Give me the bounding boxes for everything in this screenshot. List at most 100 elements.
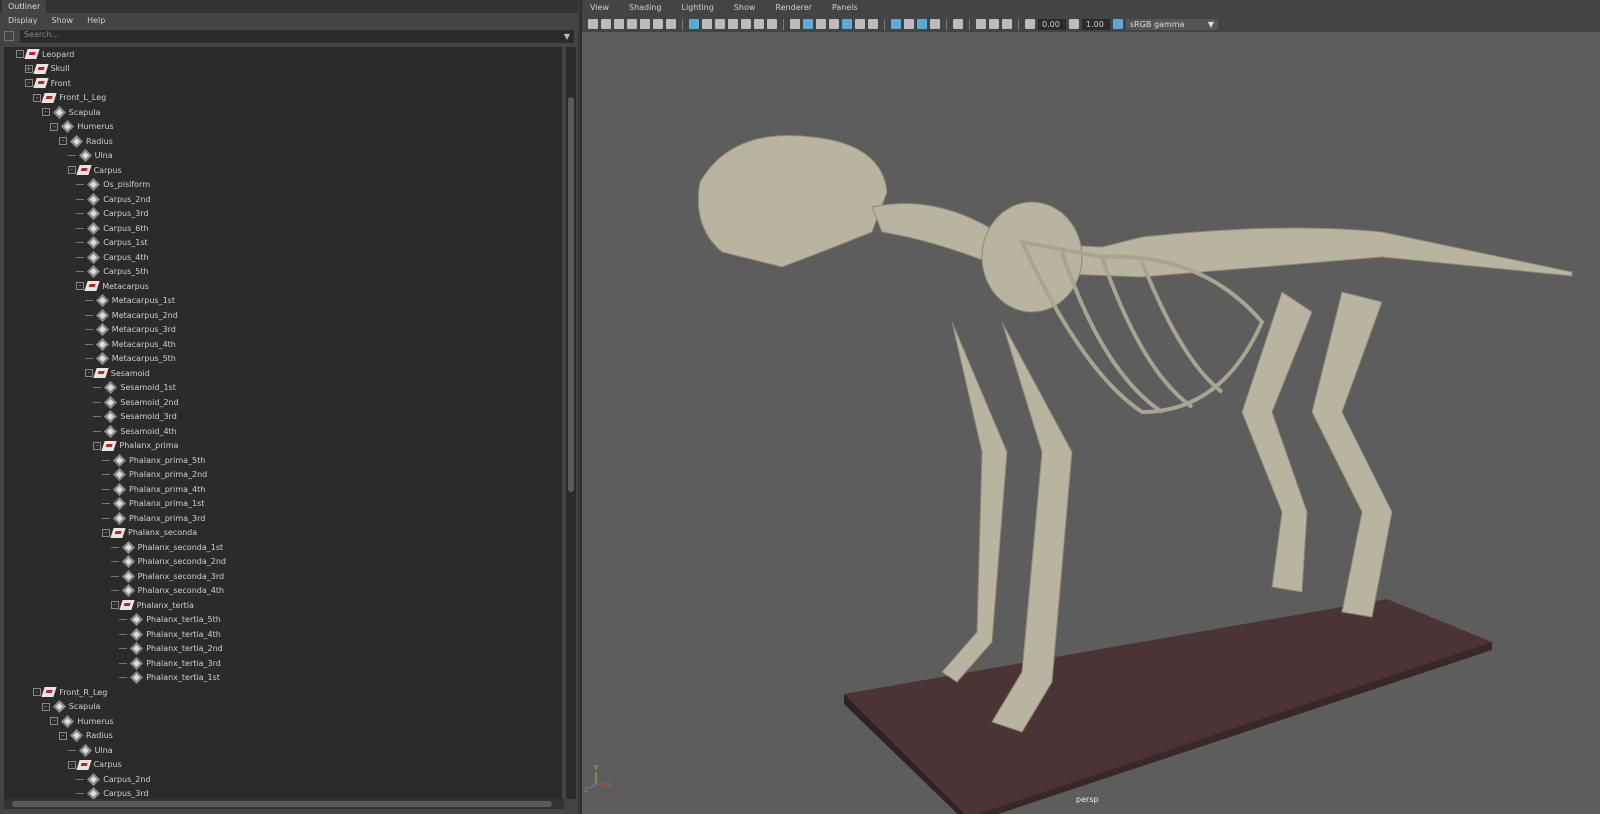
- collapse-icon[interactable]: -: [84, 369, 93, 378]
- outliner-item[interactable]: Metacarpus_5th: [84, 352, 176, 367]
- collapse-icon[interactable]: -: [16, 50, 24, 59]
- collapse-icon[interactable]: -: [33, 93, 42, 102]
- menu-panels[interactable]: Panels: [832, 3, 858, 13]
- outliner-item[interactable]: Metacarpus_3rd: [84, 323, 176, 338]
- outliner-item[interactable]: Metacarpus_1st: [84, 294, 175, 309]
- screen-space-ao-icon[interactable]: [891, 19, 901, 29]
- bookmark-icon[interactable]: [627, 19, 637, 29]
- collapse-icon[interactable]: -: [67, 166, 76, 175]
- outliner-item[interactable]: - Metacarpus: [76, 279, 149, 294]
- outliner-item[interactable]: Carpus_4th: [76, 250, 149, 265]
- outliner-item[interactable]: Sesamoid_4th: [93, 424, 177, 439]
- default-material-icon[interactable]: [816, 19, 826, 29]
- outliner-item[interactable]: Carpus_3rd: [76, 787, 149, 799]
- outliner-item[interactable]: Sesamoid_3rd: [93, 410, 177, 425]
- menu-display[interactable]: Display: [8, 16, 38, 25]
- collapse-icon[interactable]: -: [59, 137, 67, 146]
- xray-joints-icon[interactable]: [976, 19, 986, 29]
- color-space-dropdown[interactable]: sRGB gamma ▼: [1126, 18, 1218, 30]
- depth-of-field-icon[interactable]: [930, 19, 940, 29]
- hud-icon[interactable]: [1002, 19, 1012, 29]
- outliner-item[interactable]: Phalanx_tertia_5th: [119, 613, 221, 628]
- anti-aliasing-icon[interactable]: [917, 19, 927, 29]
- scrollbar-thumb[interactable]: [12, 801, 552, 807]
- camera-attributes-icon[interactable]: [614, 19, 624, 29]
- wireframe-icon[interactable]: [790, 19, 800, 29]
- xray-active-icon[interactable]: [989, 19, 999, 29]
- outliner-item[interactable]: - Sesamoid: [84, 366, 150, 381]
- 3d-scene[interactable]: Y X Z: [582, 32, 1600, 814]
- outliner-item[interactable]: Metacarpus_4th: [84, 337, 176, 352]
- selection-filter-icon[interactable]: [4, 31, 14, 41]
- search-dropdown-icon[interactable]: ▼: [564, 32, 570, 41]
- collapse-icon[interactable]: -: [93, 441, 102, 450]
- outliner-item[interactable]: Phalanx_seconda_3rd: [110, 569, 224, 584]
- outliner-item[interactable]: - Scapula: [41, 700, 100, 715]
- isolate-select-icon[interactable]: [953, 19, 963, 29]
- exposure-icon[interactable]: [1025, 19, 1035, 29]
- collapse-icon[interactable]: -: [33, 688, 42, 697]
- outliner-item[interactable]: - Front_L_Leg: [33, 91, 106, 106]
- safe-title-icon[interactable]: [767, 19, 777, 29]
- exposure-field[interactable]: 0.00: [1038, 18, 1066, 30]
- menu-show[interactable]: Show: [52, 16, 74, 25]
- outliner-item[interactable]: Phalanx_seconda_2nd: [110, 555, 226, 570]
- textured-icon[interactable]: [829, 19, 839, 29]
- xray-icon[interactable]: [842, 19, 852, 29]
- outliner-item[interactable]: - Humerus: [50, 714, 114, 729]
- 2d-pan-icon[interactable]: [653, 19, 663, 29]
- gate-mask-icon[interactable]: [728, 19, 738, 29]
- outliner-item[interactable]: Ulna: [67, 743, 113, 758]
- shadows-icon[interactable]: [868, 19, 878, 29]
- outliner-item[interactable]: Phalanx_prima_5th: [102, 453, 205, 468]
- lights-icon[interactable]: [855, 19, 865, 29]
- outliner-item[interactable]: - Phalanx_prima: [93, 439, 178, 454]
- outliner-item[interactable]: - Scapula: [41, 105, 100, 120]
- collapse-icon[interactable]: -: [67, 760, 76, 769]
- outliner-item[interactable]: - Radius: [59, 729, 113, 744]
- outliner-item[interactable]: - Carpus: [67, 163, 122, 178]
- menu-view[interactable]: View: [590, 3, 609, 13]
- menu-help[interactable]: Help: [87, 16, 105, 25]
- smooth-shade-icon[interactable]: [803, 19, 813, 29]
- outliner-item[interactable]: Phalanx_seconda_1st: [110, 540, 223, 555]
- outliner-item[interactable]: Ulna: [67, 149, 113, 164]
- outliner-item[interactable]: Metacarpus_2nd: [84, 308, 178, 323]
- menu-lighting[interactable]: Lighting: [681, 3, 713, 13]
- collapse-icon[interactable]: -: [59, 731, 67, 740]
- horizontal-scrollbar[interactable]: [4, 799, 564, 809]
- image-plane-icon[interactable]: [640, 19, 650, 29]
- gamma-field[interactable]: 1.00: [1082, 18, 1110, 30]
- outliner-item[interactable]: Phalanx_prima_1st: [102, 497, 204, 512]
- outliner-item[interactable]: Phalanx_tertia_2nd: [119, 642, 223, 657]
- viewport-panel[interactable]: View Shading Lighting Show Renderer Pane…: [580, 0, 1600, 814]
- outliner-item[interactable]: Carpus_6th: [76, 221, 149, 236]
- grid-icon[interactable]: [689, 19, 699, 29]
- field-chart-icon[interactable]: [741, 19, 751, 29]
- grease-pencil-icon[interactable]: [666, 19, 676, 29]
- camera-lock-icon[interactable]: [601, 19, 611, 29]
- collapse-icon[interactable]: -: [41, 702, 50, 711]
- outliner-item[interactable]: Phalanx_tertia_1st: [119, 671, 220, 686]
- outliner-item[interactable]: Carpus_2nd: [76, 192, 151, 207]
- outliner-item[interactable]: - Leopard: [16, 47, 74, 62]
- outliner-item[interactable]: Sesamoid_1st: [93, 381, 176, 396]
- outliner-item[interactable]: Phalanx_prima_2nd: [102, 468, 207, 483]
- outliner-item[interactable]: Carpus_3rd: [76, 207, 149, 222]
- collapse-icon[interactable]: -: [50, 717, 59, 726]
- vertical-scrollbar[interactable]: [566, 47, 576, 799]
- tab-outliner[interactable]: Outliner: [2, 0, 47, 13]
- collapse-icon[interactable]: -: [41, 108, 50, 117]
- outliner-item[interactable]: Phalanx_prima_4th: [102, 482, 205, 497]
- outliner-item[interactable]: - Carpus: [67, 758, 122, 773]
- camera-icon[interactable]: [588, 19, 598, 29]
- outliner-item[interactable]: - Radius: [59, 134, 113, 149]
- expand-icon[interactable]: +: [24, 64, 33, 73]
- outliner-item[interactable]: - Front: [24, 76, 71, 91]
- color-management-icon[interactable]: [1113, 19, 1123, 29]
- outliner-item[interactable]: Sesamoid_2nd: [93, 395, 179, 410]
- outliner-item[interactable]: - Humerus: [50, 120, 114, 135]
- outliner-item[interactable]: - Phalanx_tertia: [110, 598, 194, 613]
- collapse-icon[interactable]: -: [50, 122, 59, 131]
- film-gate-icon[interactable]: [702, 19, 712, 29]
